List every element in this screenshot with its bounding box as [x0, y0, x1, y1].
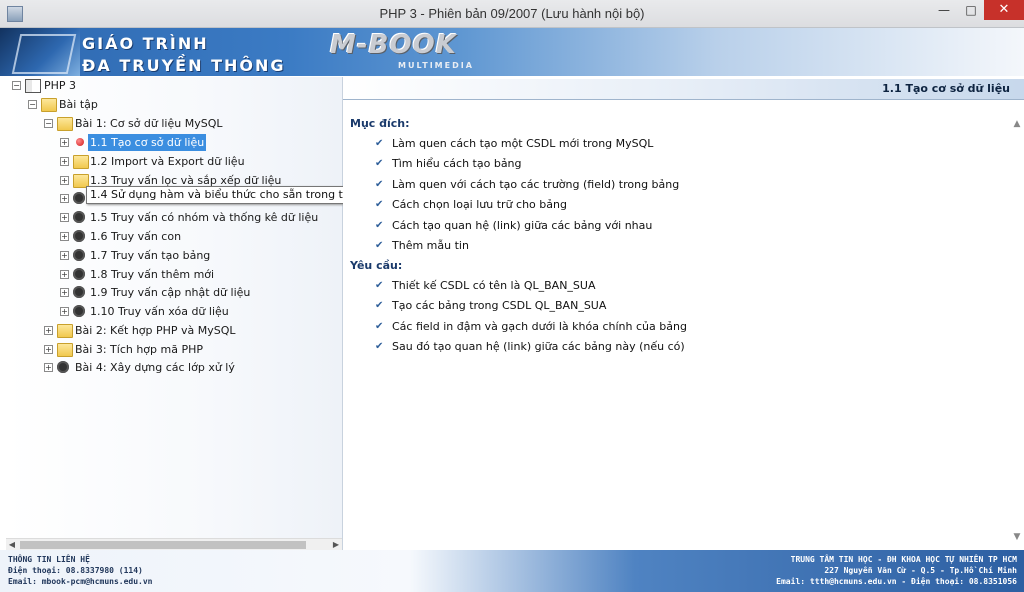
- content-pane: 1.1 Tạo cơ sở dữ liệu Mục đích: ✔ Làm qu…: [343, 77, 1024, 550]
- expand-icon[interactable]: +: [60, 194, 69, 203]
- film-reel-icon: [73, 286, 85, 298]
- collapse-icon[interactable]: −: [28, 100, 37, 109]
- close-button[interactable]: ✕: [984, 0, 1024, 20]
- folder-icon: [41, 98, 57, 112]
- banner-title-line2: ĐA TRUYỀN THÔNG: [82, 56, 286, 75]
- purpose-heading: Mục đích:: [350, 117, 410, 130]
- expand-icon[interactable]: +: [60, 157, 69, 166]
- minimize-button[interactable]: —: [931, 0, 957, 20]
- film-reel-icon: [73, 305, 85, 317]
- expand-icon[interactable]: +: [60, 270, 69, 279]
- title-bar: PHP 3 - Phiên bản 09/2007 (Lưu hành nội …: [0, 0, 1024, 28]
- film-reel-icon: [73, 268, 85, 280]
- checkmark-icon: ✔: [375, 300, 384, 311]
- expand-icon[interactable]: +: [44, 363, 53, 372]
- folder-icon: [73, 155, 89, 169]
- scrollbar-thumb[interactable]: [20, 541, 306, 549]
- expand-icon[interactable]: +: [60, 138, 69, 147]
- org-contact: Email: ttth@hcmuns.edu.vn - Điện thoại: …: [776, 577, 1017, 586]
- contact-phone: Điện thoại: 08.8337980 (114): [8, 566, 143, 575]
- film-reel-icon: [73, 230, 85, 242]
- expand-icon[interactable]: +: [60, 251, 69, 260]
- contact-email: Email: mbook-pcm@hcmuns.edu.vn: [8, 577, 153, 586]
- collapse-icon[interactable]: −: [44, 119, 53, 128]
- film-reel-icon: [73, 249, 85, 261]
- folder-icon: [57, 117, 73, 131]
- contact-heading: THÔNG TIN LIÊN HỆ: [8, 555, 90, 564]
- maximize-icon: □: [965, 3, 977, 17]
- folder-icon: [57, 324, 73, 338]
- scroll-down-icon[interactable]: ▼: [1010, 530, 1024, 544]
- org-address: 227 Nguyễn Văn Cừ - Q.5 - Tp.Hồ Chí Minh: [824, 566, 1017, 575]
- book-icon: [25, 79, 41, 93]
- checkmark-icon: ✔: [375, 138, 384, 149]
- expand-icon[interactable]: +: [60, 176, 69, 185]
- checkmark-icon: ✔: [375, 199, 384, 210]
- checkmark-icon: ✔: [375, 240, 384, 251]
- expand-icon[interactable]: +: [60, 213, 69, 222]
- window-title: PHP 3 - Phiên bản 09/2007 (Lưu hành nội …: [379, 6, 645, 21]
- checkmark-icon: ✔: [375, 280, 384, 291]
- scroll-up-icon[interactable]: ▲: [1010, 117, 1024, 131]
- close-icon: ✕: [998, 2, 1010, 17]
- footer: THÔNG TIN LIÊN HỆ Điện thoại: 08.8337980…: [0, 550, 1024, 592]
- tree-pane: − PHP 3 − Bài tập − Bài 1: Cơ sở dữ liệu…: [6, 77, 343, 550]
- maximize-button[interactable]: □: [958, 0, 984, 20]
- laptop-icon: [11, 34, 77, 74]
- film-reel-icon: [73, 211, 85, 223]
- content-title: 1.1 Tạo cơ sở dữ liệu: [882, 82, 1010, 95]
- checkmark-icon: ✔: [375, 158, 384, 169]
- banner-title-line1: GIÁO TRÌNH: [82, 34, 209, 53]
- mbook-logo-sub: MULTIMEDIA: [398, 61, 474, 70]
- expand-icon[interactable]: +: [44, 326, 53, 335]
- expand-icon[interactable]: +: [60, 288, 69, 297]
- expand-icon[interactable]: +: [60, 232, 69, 241]
- content-header: 1.1 Tạo cơ sở dữ liệu: [343, 79, 1024, 100]
- collapse-icon[interactable]: −: [12, 81, 21, 90]
- header-banner: GIÁO TRÌNH ĐA TRUYỀN THÔNG M-BOOK MULTIM…: [0, 28, 1024, 76]
- checkmark-icon: ✔: [375, 341, 384, 352]
- tooltip: 1.4 Sử dụng hàm và biểu thức cho sẵn tro…: [86, 186, 383, 204]
- checkmark-icon: ✔: [375, 321, 384, 332]
- org-name: TRUNG TÂM TIN HỌC - ĐH KHOA HỌC TỰ NHIÊN…: [790, 555, 1017, 564]
- red-dot-icon: [76, 138, 84, 146]
- minimize-icon: —: [938, 3, 950, 17]
- checkmark-icon: ✔: [375, 179, 384, 190]
- mbook-logo: M-BOOK: [330, 30, 457, 60]
- expand-icon[interactable]: +: [44, 345, 53, 354]
- film-reel-icon: [57, 361, 69, 373]
- film-reel-icon: [73, 192, 85, 204]
- vertical-scrollbar[interactable]: ▲ ▼: [1010, 101, 1024, 550]
- folder-icon: [57, 343, 73, 357]
- expand-icon[interactable]: +: [60, 307, 69, 316]
- checkmark-icon: ✔: [375, 220, 384, 231]
- requirements-heading: Yêu cầu:: [350, 259, 403, 272]
